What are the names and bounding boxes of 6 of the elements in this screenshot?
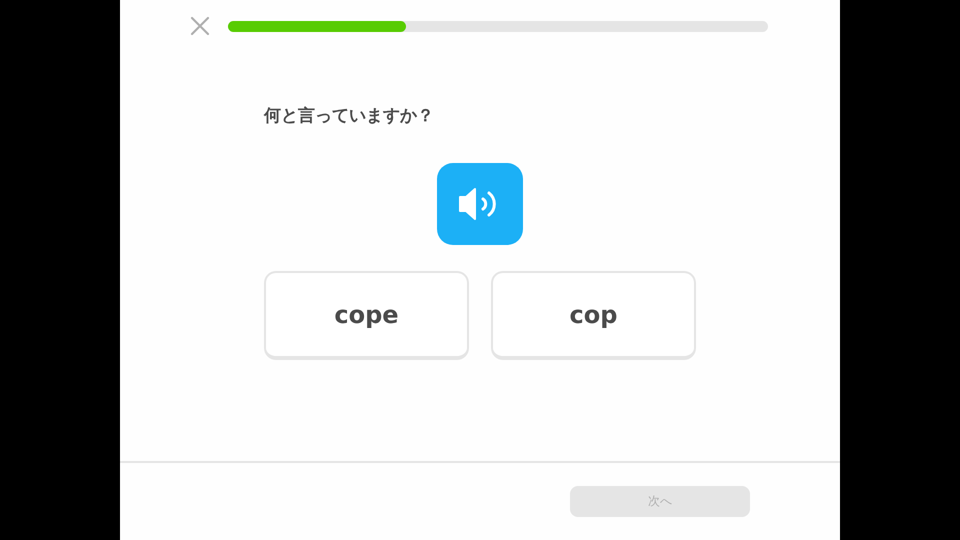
close-icon [190, 16, 210, 36]
play-audio-button[interactable] [437, 163, 523, 245]
question-prompt: 何と言っていますか？ [264, 105, 434, 127]
close-button[interactable] [190, 16, 210, 36]
answer-option[interactable]: cop [491, 271, 696, 360]
answer-option[interactable]: cope [264, 271, 469, 360]
